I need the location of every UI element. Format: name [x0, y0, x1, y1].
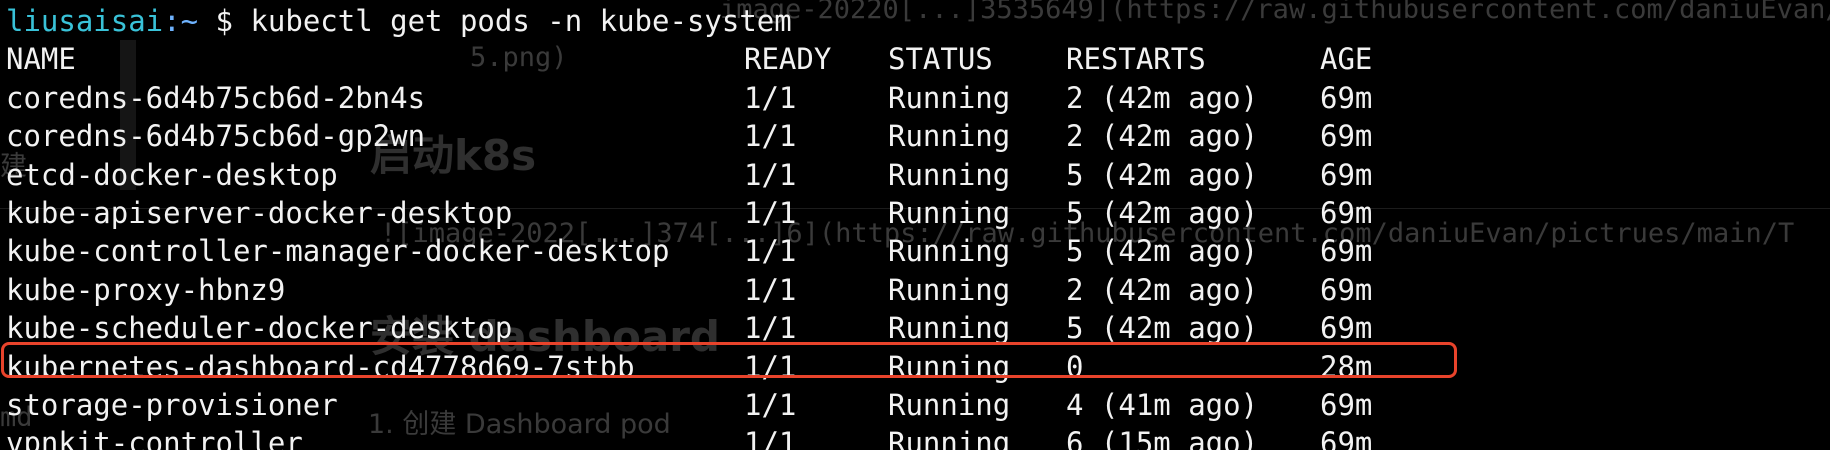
- pod-ready: 1/1: [744, 234, 797, 269]
- prompt-symbol: $: [198, 4, 251, 38]
- highlight-box: [1, 342, 1457, 378]
- table-row: kube-proxy-hbnz9 1/1 Running 2 (42m ago)…: [6, 271, 1372, 309]
- header-age: AGE: [1320, 42, 1373, 77]
- pod-restarts: 2 (42m ago): [1066, 80, 1259, 115]
- pod-restarts: 4 (41m ago): [1066, 387, 1259, 422]
- pod-restarts: 2 (42m ago): [1066, 272, 1259, 307]
- pod-age: 69m: [1320, 157, 1373, 192]
- pod-ready: 1/1: [744, 387, 797, 422]
- pod-ready: 1/1: [744, 195, 797, 230]
- pod-age: 69m: [1320, 426, 1373, 450]
- table-header: NAME READY STATUS RESTARTS AGE: [6, 40, 1372, 78]
- pod-ready: 1/1: [744, 272, 797, 307]
- prompt-user: liusaisai: [6, 4, 164, 38]
- pod-status: Running: [888, 234, 1011, 269]
- header-ready: READY: [744, 42, 832, 77]
- terminal-output: liusaisai:~ $ kubectl get pods -n kube-s…: [6, 2, 1372, 450]
- header-status: STATUS: [888, 42, 993, 77]
- table-row: etcd-docker-desktop 1/1 Running 5 (42m a…: [6, 156, 1372, 194]
- pod-age: 69m: [1320, 387, 1373, 422]
- pod-restarts: 2 (42m ago): [1066, 119, 1259, 154]
- pod-ready: 1/1: [744, 157, 797, 192]
- pod-age: 69m: [1320, 272, 1373, 307]
- table-row: coredns-6d4b75cb6d-2bn4s 1/1 Running 2 (…: [6, 79, 1372, 117]
- terminal-window[interactable]: image-20220[...]3535649](https://raw.git…: [0, 0, 1830, 450]
- pod-name: kube-controller-manager-docker-desktop: [6, 234, 670, 269]
- command-line: liusaisai:~ $ kubectl get pods -n kube-s…: [6, 2, 792, 40]
- pod-age: 69m: [1320, 195, 1373, 230]
- pod-restarts: 5 (42m ago): [1066, 157, 1259, 192]
- pod-restarts: 5 (42m ago): [1066, 195, 1259, 230]
- pod-name: kube-apiserver-docker-desktop: [6, 195, 513, 230]
- table-row: storage-provisioner 1/1 Running 4 (41m a…: [6, 386, 1372, 424]
- pod-status: Running: [888, 426, 1011, 450]
- pod-name: vpnkit-controller: [6, 426, 303, 450]
- pod-status: Running: [888, 157, 1011, 192]
- pod-name: coredns-6d4b75cb6d-2bn4s: [6, 80, 426, 115]
- pod-name: coredns-6d4b75cb6d-gp2wn: [6, 119, 426, 154]
- pod-restarts: 6 (15m ago): [1066, 426, 1259, 450]
- header-name: NAME: [6, 42, 76, 77]
- pod-ready: 1/1: [744, 80, 797, 115]
- pod-status: Running: [888, 387, 1011, 422]
- pod-name: storage-provisioner: [6, 387, 338, 422]
- command-text: kubectl get pods -n kube-system: [250, 4, 792, 38]
- pod-age: 69m: [1320, 80, 1373, 115]
- pod-age: 69m: [1320, 234, 1373, 269]
- table-row: kube-apiserver-docker-desktop 1/1 Runnin…: [6, 194, 1372, 232]
- header-restarts: RESTARTS: [1066, 42, 1206, 77]
- pod-ready: 1/1: [744, 426, 797, 450]
- table-row: coredns-6d4b75cb6d-gp2wn 1/1 Running 2 (…: [6, 117, 1372, 155]
- table-row: kube-controller-manager-docker-desktop 1…: [6, 232, 1372, 270]
- pod-name: kube-proxy-hbnz9: [6, 272, 286, 307]
- pod-age: 69m: [1320, 119, 1373, 154]
- pod-status: Running: [888, 80, 1011, 115]
- table-row: vpnkit-controller 1/1 Running 6 (15m ago…: [6, 424, 1372, 450]
- pod-status: Running: [888, 272, 1011, 307]
- pod-status: Running: [888, 119, 1011, 154]
- pod-status: Running: [888, 195, 1011, 230]
- pod-name: etcd-docker-desktop: [6, 157, 338, 192]
- pod-restarts: 5 (42m ago): [1066, 234, 1259, 269]
- ghost-link-top: image-20220[...]3535649](https://raw.git…: [720, 0, 1830, 25]
- pod-ready: 1/1: [744, 119, 797, 154]
- prompt-path: :~: [163, 4, 199, 38]
